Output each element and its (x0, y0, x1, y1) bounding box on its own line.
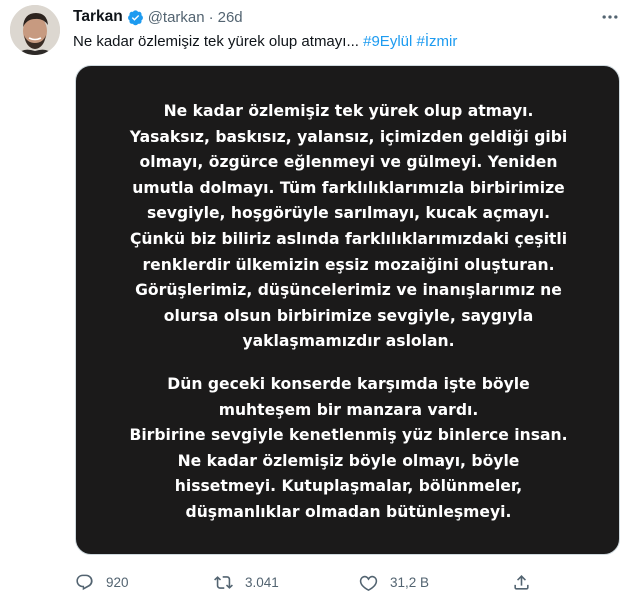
reply-count: 920 (106, 574, 129, 590)
tweet-text: Ne kadar özlemişiz tek yürek olup atmayı… (73, 33, 457, 50)
tweet[interactable]: Tarkan @tarkan · 26d Ne kadar özlemişiz … (0, 0, 640, 604)
like-icon (359, 575, 378, 591)
hashtag-link[interactable]: #9Eylül (363, 33, 412, 50)
author-name[interactable]: Tarkan (73, 8, 123, 26)
share-button[interactable] (512, 568, 531, 596)
reply-button[interactable]: 920 (75, 568, 129, 596)
like-button[interactable]: 31,2 B (359, 568, 429, 596)
image-paragraph-1: Ne kadar özlemişiz tek yürek olup atmayı… (76, 99, 621, 355)
like-count: 31,2 B (390, 574, 430, 590)
avatar-photo (10, 5, 60, 55)
verified-badge-icon (127, 9, 144, 26)
hashtag-link[interactable]: #İzmir (417, 33, 458, 50)
share-icon (514, 574, 529, 590)
tweet-timestamp[interactable]: 26d (218, 9, 243, 26)
reply-icon (76, 574, 93, 590)
image-text-line: sevgiyle, hoşgörüyle sarılmayı, kucak aç… (146, 204, 551, 223)
image-text-line: Yasaksız, baskısız, yalansız, içimizden … (129, 127, 568, 146)
image-text-line: muhteşem bir manzara vardı. (218, 400, 479, 419)
image-paragraph-2: Dün geceki konserde karşımda işte böyle … (76, 372, 621, 526)
image-text-line: renklerdir ülkemizin eşsiz mozaiğini olu… (142, 255, 555, 274)
image-text-line: olursa olsun birbirimize sevgiyle, saygı… (163, 306, 534, 325)
tweet-actions: 920 3.041 31,2 B (73, 568, 613, 596)
image-text-line: Çünkü biz biliriz aslında farklılıklarım… (129, 229, 568, 248)
image-text-line: Görüşlerimiz, düşüncelerimiz ve inanışla… (135, 281, 562, 300)
header-separator: · (208, 8, 214, 26)
retweet-button[interactable]: 3.041 (214, 568, 279, 596)
image-text-line: Dün geceki konserde karşımda işte böyle (167, 375, 530, 393)
retweet-icon (214, 575, 233, 589)
more-options-icon[interactable] (598, 8, 622, 26)
image-text-line: düşmanlıklar olmadan bütünleşmeyi. (185, 502, 512, 521)
image-text-line: umutla dolmayı. Tüm farklılıklarımızla b… (132, 178, 565, 197)
author-handle[interactable]: @tarkan (148, 9, 205, 26)
tweet-header: Tarkan @tarkan · 26d (73, 6, 243, 28)
image-text-line: hissetmeyi. Kutuplaşmalar, bölünmeler, (174, 477, 523, 496)
image-text-line: Birbirine sevgiyle kenetlenmiş yüz binle… (129, 426, 568, 445)
image-text-line: Ne kadar özlemişiz böyle olmayı, böyle (177, 451, 520, 470)
image-text-line: olmayı, özgürce eğlenmeyi ve gülmeyi. Ye… (139, 153, 558, 172)
retweet-count: 3.041 (245, 574, 279, 590)
image-text-line: Ne kadar özlemişiz tek yürek olup atmayı… (163, 102, 534, 120)
tweet-body: Ne kadar özlemişiz tek yürek olup atmayı… (73, 33, 359, 50)
tweet-image[interactable]: Ne kadar özlemişiz tek yürek olup atmayı… (75, 65, 620, 555)
avatar[interactable] (10, 5, 60, 55)
image-text-line: yaklaşmamızdır aslolan. (242, 332, 455, 351)
